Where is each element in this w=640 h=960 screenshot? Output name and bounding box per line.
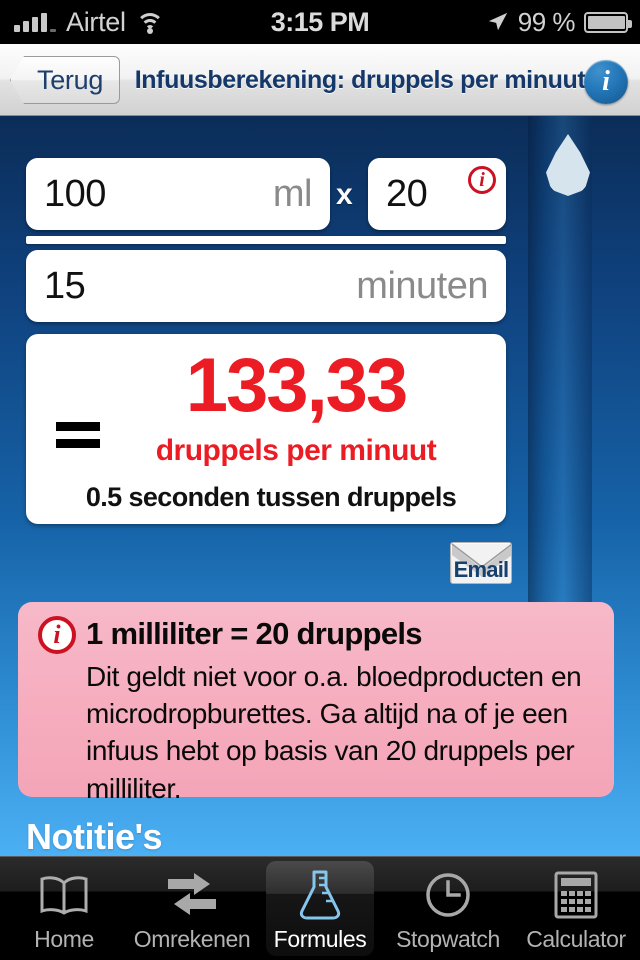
time-unit-label: minuten bbox=[356, 264, 488, 307]
app-screen: Airtel 3:15 PM 99 % Terug Infuusberekeni… bbox=[0, 0, 640, 960]
tab-formules[interactable]: Formules bbox=[256, 857, 384, 960]
volume-unit-label: ml bbox=[272, 172, 313, 215]
tab-formules-label: Formules bbox=[273, 926, 367, 952]
tab-omrekenen-label: Omrekenen bbox=[133, 926, 251, 952]
flask-icon bbox=[297, 868, 343, 922]
notes-heading: Notitie's bbox=[26, 816, 163, 856]
tab-home[interactable]: Home bbox=[0, 857, 128, 960]
notice-title: 1 milliliter = 20 druppels bbox=[86, 616, 423, 651]
convert-arrows-icon bbox=[164, 868, 220, 922]
result-card: 133,33 druppels per minuut 0.5 seconden … bbox=[26, 334, 506, 524]
tab-stopwatch-label: Stopwatch bbox=[396, 926, 500, 952]
volume-value: 100 bbox=[44, 172, 106, 215]
email-button-label: Email bbox=[453, 556, 509, 582]
back-button[interactable]: Terug bbox=[10, 56, 121, 104]
tab-bar: Home Omrekenen Formules Stopwatch Calcul… bbox=[0, 856, 640, 960]
equals-symbol bbox=[56, 422, 100, 448]
drop-factor-value: 20 bbox=[386, 172, 428, 215]
time-value: 15 bbox=[44, 264, 86, 307]
drop-factor-info-icon[interactable]: i bbox=[468, 166, 496, 194]
notice-info-icon: i bbox=[38, 616, 76, 654]
status-bar-right: 99 % bbox=[487, 6, 632, 38]
result-secondary-label: 0.5 seconden tussen druppels bbox=[85, 482, 457, 512]
result-unit-label: druppels per minuut bbox=[155, 434, 437, 467]
clock-icon bbox=[424, 868, 472, 922]
tab-calculator-label: Calculator bbox=[526, 926, 626, 952]
tab-omrekenen[interactable]: Omrekenen bbox=[128, 857, 256, 960]
info-icon[interactable]: i bbox=[584, 60, 628, 104]
navigation-bar: Terug Infuusberekening: druppels per min… bbox=[0, 44, 640, 116]
drop-factor-input[interactable]: 20 i bbox=[368, 158, 506, 230]
notice-body: Dit geldt niet voor o.a. bloedproducten … bbox=[86, 661, 582, 804]
result-value: 133,33 bbox=[185, 343, 408, 428]
volume-input[interactable]: 100 ml bbox=[26, 158, 330, 230]
status-bar: Airtel 3:15 PM 99 % bbox=[0, 0, 640, 44]
tab-calculator[interactable]: Calculator bbox=[512, 857, 640, 960]
tab-home-label: Home bbox=[34, 926, 94, 952]
page-title: Infuusberekening: druppels per minuut bbox=[134, 65, 586, 94]
time-input[interactable]: 15 minuten bbox=[26, 250, 506, 322]
info-notice-panel: i 1 milliliter = 20 druppels Dit geldt n… bbox=[18, 602, 614, 804]
multiply-symbol: x bbox=[336, 178, 353, 211]
battery-percent-label: 99 % bbox=[517, 6, 576, 37]
tab-stopwatch[interactable]: Stopwatch bbox=[384, 857, 512, 960]
location-arrow-icon bbox=[488, 12, 507, 31]
main-content: 100 ml x 20 i 15 minuten 133,33 druppels… bbox=[0, 116, 640, 856]
battery-icon bbox=[584, 11, 632, 33]
email-button[interactable]: Email bbox=[450, 542, 512, 584]
calculator-icon bbox=[554, 868, 598, 922]
book-icon bbox=[38, 868, 90, 922]
fraction-divider bbox=[26, 236, 506, 244]
